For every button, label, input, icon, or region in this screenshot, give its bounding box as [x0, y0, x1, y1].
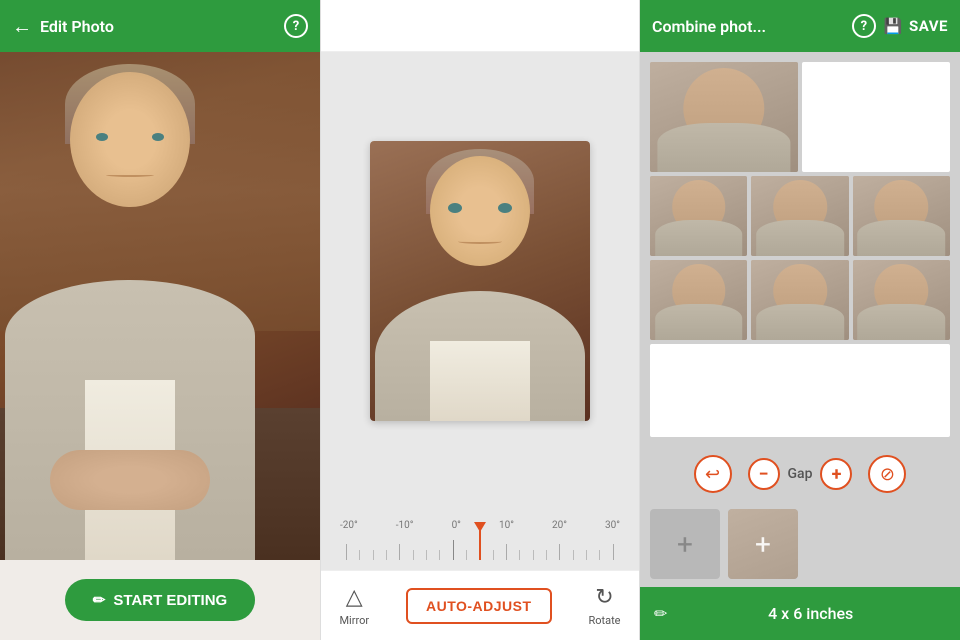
mirror-label: Mirror [339, 614, 369, 627]
grid-photo-3 [650, 176, 747, 256]
grid-photo-8 [853, 260, 950, 340]
right-main: ↩ − Gap + ⊘ + + [640, 52, 960, 640]
right-content: ↩ − Gap + ⊘ + + [640, 52, 960, 640]
mid-face [430, 156, 530, 266]
grid-row-2 [650, 176, 950, 256]
left-panel: ← Edit Photo ? [0, 0, 320, 640]
ruler-track[interactable]: -20° -10° 0° 10° 20° 30° [340, 520, 620, 560]
mid-bottom-tools: △ Mirror AUTO-ADJUST ↻ Rotate [321, 570, 639, 640]
grid-photo-2 [802, 62, 950, 172]
grid-photo-inner-4 [751, 176, 848, 256]
grid-spacer [650, 344, 950, 437]
gap-controls: ↩ − Gap + ⊘ [640, 447, 960, 501]
left-photo-area [0, 52, 320, 560]
mid-panel-title: Straighten [337, 16, 527, 35]
grid-photo-inner-5 [853, 176, 950, 256]
right-panel: Combine phot... ? 💾 SAVE [640, 0, 960, 640]
left-photo-bg [0, 52, 320, 560]
back-button[interactable]: ← [12, 14, 32, 39]
rotate-label: Rotate [588, 614, 620, 627]
grid-photo-inner-7 [751, 260, 848, 340]
grid-body-6 [655, 304, 743, 340]
grid-photo-7 [751, 260, 848, 340]
add-slot-1-icon: + [677, 528, 693, 561]
start-editing-label: START EDITING [113, 592, 227, 609]
right-toolbar: Combine phot... ? 💾 SAVE [640, 0, 960, 52]
add-slot-2[interactable]: + [728, 509, 798, 579]
save-icon: 💾 [884, 17, 903, 35]
grid-photo-1 [650, 62, 798, 172]
photo-grid [640, 52, 960, 447]
grid-photo-6 [650, 260, 747, 340]
done-label: DONE [584, 17, 623, 35]
grid-row-3 [650, 260, 950, 340]
prohibit-button[interactable]: ⊘ [868, 455, 906, 493]
ruler-indicator [479, 530, 481, 560]
grid-body-8 [858, 304, 946, 340]
left-toolbar: ← Edit Photo ? [0, 0, 320, 52]
save-button[interactable]: 💾 SAVE [884, 17, 948, 35]
grid-photo-inner-3 [650, 176, 747, 256]
bottom-edit-icon[interactable]: ✏ [654, 604, 667, 623]
grid-body-1 [657, 123, 790, 173]
grid-photo-white [802, 62, 950, 172]
size-label: 4 x 6 inches [675, 604, 946, 623]
grid-row-1 [650, 62, 950, 172]
grid-photo-inner-1 [650, 62, 798, 172]
start-editing-button[interactable]: ✏ START EDITING [65, 579, 255, 621]
grid-photo-inner-6 [650, 260, 747, 340]
rotate-tool[interactable]: ↻ Rotate [588, 585, 620, 627]
pencil-icon: ✏ [93, 591, 106, 609]
gap-label: Gap [788, 466, 813, 482]
mid-help-button[interactable]: ? [535, 14, 559, 38]
undo-button[interactable]: ↩ [694, 455, 732, 493]
gap-plus-button[interactable]: + [820, 458, 852, 490]
mid-photo-person [370, 141, 590, 421]
mid-toolbar: Straighten ? ✓ DONE [321, 0, 639, 52]
person-face-left [70, 72, 190, 207]
grid-body-7 [756, 304, 844, 340]
ruler-area[interactable]: -20° -10° 0° 10° 20° 30° [321, 510, 639, 570]
done-button[interactable]: ✓ DONE [567, 17, 623, 35]
add-slot-1[interactable]: + [650, 509, 720, 579]
right-panel-title: Combine phot... [652, 17, 844, 36]
start-btn-area: ✏ START EDITING [0, 560, 320, 640]
gap-minus-button[interactable]: − [748, 458, 780, 490]
mid-shirt [430, 341, 530, 421]
left-panel-title: Edit Photo [40, 17, 276, 36]
save-label: SAVE [909, 17, 948, 35]
mid-photo-area [321, 52, 639, 510]
rotate-icon: ↻ [595, 585, 613, 610]
grid-photo-inner-8 [853, 260, 950, 340]
bottom-right-bar: ✏ 4 x 6 inches [640, 587, 960, 640]
left-help-button[interactable]: ? [284, 14, 308, 38]
grid-body-4 [756, 220, 844, 256]
mirror-tool[interactable]: △ Mirror [339, 585, 369, 627]
right-help-button[interactable]: ? [852, 14, 876, 38]
grid-photo-5 [853, 176, 950, 256]
add-slot-2-icon: + [755, 528, 771, 561]
add-slots-row: + + [640, 501, 960, 587]
add-slot-photo-overlay: + [728, 509, 798, 579]
auto-adjust-button[interactable]: AUTO-ADJUST [406, 588, 552, 624]
grid-body-5 [858, 220, 946, 256]
grid-body-3 [655, 220, 743, 256]
mid-panel: Straighten ? ✓ DONE [320, 0, 640, 640]
grid-photo-4 [751, 176, 848, 256]
mirror-icon: △ [346, 585, 363, 610]
mid-photo-frame [370, 141, 590, 421]
done-check-icon: ✓ [567, 17, 580, 35]
person-hands-left [50, 450, 210, 510]
